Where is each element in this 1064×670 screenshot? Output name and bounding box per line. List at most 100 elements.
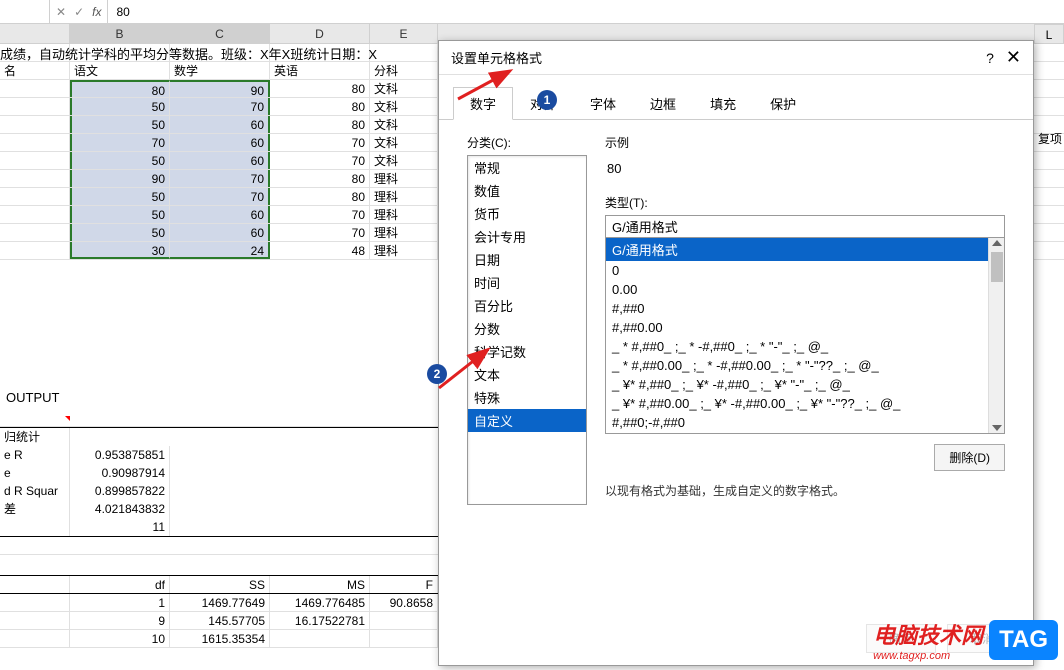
cell[interactable]: 50: [70, 152, 170, 169]
type-input[interactable]: [605, 215, 1005, 238]
cell[interactable]: 理科: [370, 206, 438, 223]
type-item[interactable]: #,##0.00: [606, 318, 1004, 337]
cell[interactable]: [0, 224, 70, 241]
cell[interactable]: 文科: [370, 116, 438, 133]
cell[interactable]: 文科: [370, 152, 438, 169]
delete-button[interactable]: 删除(D): [934, 444, 1005, 471]
type-item[interactable]: _ * #,##0_ ;_ * -#,##0_ ;_ * "-"_ ;_ @_: [606, 337, 1004, 356]
cell[interactable]: 60: [170, 206, 270, 223]
cell[interactable]: 70: [170, 98, 270, 115]
enter-icon[interactable]: ✓: [74, 5, 84, 19]
cell[interactable]: 70: [270, 206, 370, 223]
cell[interactable]: 70: [170, 188, 270, 205]
cell[interactable]: [0, 242, 70, 259]
type-item[interactable]: #,##0;-#,##0: [606, 413, 1004, 432]
type-list[interactable]: G/通用格式 0 0.00 #,##0 #,##0.00 _ * #,##0_ …: [605, 238, 1005, 434]
cell[interactable]: 语文: [70, 62, 170, 79]
cell[interactable]: 60: [170, 116, 270, 133]
category-item-custom[interactable]: 自定义: [468, 409, 586, 432]
cell[interactable]: 50: [70, 206, 170, 223]
category-item[interactable]: 常规: [468, 156, 586, 179]
type-item[interactable]: _ * #,##0.00_ ;_ * -#,##0.00_ ;_ * "-"??…: [606, 356, 1004, 375]
category-item[interactable]: 科学记数: [468, 340, 586, 363]
cell[interactable]: 80: [270, 188, 370, 205]
close-icon[interactable]: ✕: [1006, 47, 1021, 68]
type-item[interactable]: _ ¥* #,##0_ ;_ ¥* -#,##0_ ;_ ¥* "-"_ ;_ …: [606, 375, 1004, 394]
cell[interactable]: 50: [70, 116, 170, 133]
cell[interactable]: 理科: [370, 170, 438, 187]
type-item[interactable]: _ ¥* #,##0.00_ ;_ ¥* -#,##0.00_ ;_ ¥* "-…: [606, 394, 1004, 413]
tab-font[interactable]: 字体: [573, 87, 633, 120]
category-list[interactable]: 常规 数值 货币 会计专用 日期 时间 百分比 分数 科学记数 文本 特殊 自定…: [467, 155, 587, 505]
col-header-b[interactable]: B: [70, 24, 170, 43]
cell[interactable]: [0, 170, 70, 187]
help-icon[interactable]: ?: [986, 50, 994, 66]
dialog-titlebar[interactable]: 设置单元格格式 ? ✕: [439, 41, 1033, 75]
cell[interactable]: 90: [170, 80, 270, 97]
tab-protect[interactable]: 保护: [753, 87, 813, 120]
type-item[interactable]: #,##0;[红色]-#,##0: [606, 432, 1004, 434]
cell[interactable]: 理科: [370, 242, 438, 259]
cell[interactable]: 文科: [370, 134, 438, 151]
formula-input[interactable]: 80: [108, 5, 1064, 19]
cell[interactable]: 80: [270, 170, 370, 187]
col-header-d[interactable]: D: [270, 24, 370, 43]
cell[interactable]: 文科: [370, 80, 438, 97]
category-item[interactable]: 时间: [468, 271, 586, 294]
category-item[interactable]: 日期: [468, 248, 586, 271]
tab-number[interactable]: 数字: [453, 87, 513, 120]
tab-border[interactable]: 边框: [633, 87, 693, 120]
category-item[interactable]: 分数: [468, 317, 586, 340]
tab-fill[interactable]: 填充: [693, 87, 753, 120]
cell[interactable]: 80: [270, 116, 370, 133]
category-item[interactable]: 特殊: [468, 386, 586, 409]
cell[interactable]: 80: [270, 80, 370, 97]
category-item[interactable]: 文本: [468, 363, 586, 386]
cell[interactable]: 70: [270, 152, 370, 169]
cell[interactable]: 文科: [370, 98, 438, 115]
scrollbar[interactable]: [988, 238, 1004, 433]
category-item[interactable]: 货币: [468, 202, 586, 225]
cell[interactable]: [0, 188, 70, 205]
cell[interactable]: [0, 98, 70, 115]
col-header-e[interactable]: E: [370, 24, 438, 43]
type-item[interactable]: #,##0: [606, 299, 1004, 318]
cell[interactable]: [0, 116, 70, 133]
category-item[interactable]: 数值: [468, 179, 586, 202]
cell[interactable]: 70: [270, 224, 370, 241]
cell[interactable]: 60: [170, 224, 270, 241]
name-box[interactable]: [0, 0, 50, 23]
cell[interactable]: 70: [170, 170, 270, 187]
cell[interactable]: 数学: [170, 62, 270, 79]
cell[interactable]: 名: [0, 62, 70, 79]
type-item[interactable]: 0.00: [606, 280, 1004, 299]
cell[interactable]: 90: [70, 170, 170, 187]
cell[interactable]: 70: [270, 134, 370, 151]
cell[interactable]: 30: [70, 242, 170, 259]
cell[interactable]: 80: [270, 98, 370, 115]
col-header-a[interactable]: [0, 24, 70, 43]
category-item[interactable]: 会计专用: [468, 225, 586, 248]
cell[interactable]: [0, 80, 70, 97]
cell[interactable]: 50: [70, 98, 170, 115]
cell[interactable]: 50: [70, 188, 170, 205]
col-header-l[interactable]: L: [1034, 24, 1064, 44]
fx-icon[interactable]: fx: [92, 5, 101, 19]
cell[interactable]: [0, 152, 70, 169]
cell[interactable]: [0, 134, 70, 151]
cancel-icon[interactable]: ✕: [56, 5, 66, 19]
cell[interactable]: 50: [70, 224, 170, 241]
cell[interactable]: 60: [170, 152, 270, 169]
cell[interactable]: 英语: [270, 62, 370, 79]
type-item[interactable]: G/通用格式: [606, 238, 1004, 261]
cell[interactable]: 70: [70, 134, 170, 151]
cell[interactable]: [0, 206, 70, 223]
cell[interactable]: 60: [170, 134, 270, 151]
cell[interactable]: 80: [70, 80, 170, 97]
type-item[interactable]: 0: [606, 261, 1004, 280]
cell[interactable]: 理科: [370, 224, 438, 241]
cell[interactable]: 理科: [370, 188, 438, 205]
col-header-c[interactable]: C: [170, 24, 270, 43]
cell[interactable]: [370, 44, 438, 61]
cell[interactable]: 分科: [370, 62, 438, 79]
